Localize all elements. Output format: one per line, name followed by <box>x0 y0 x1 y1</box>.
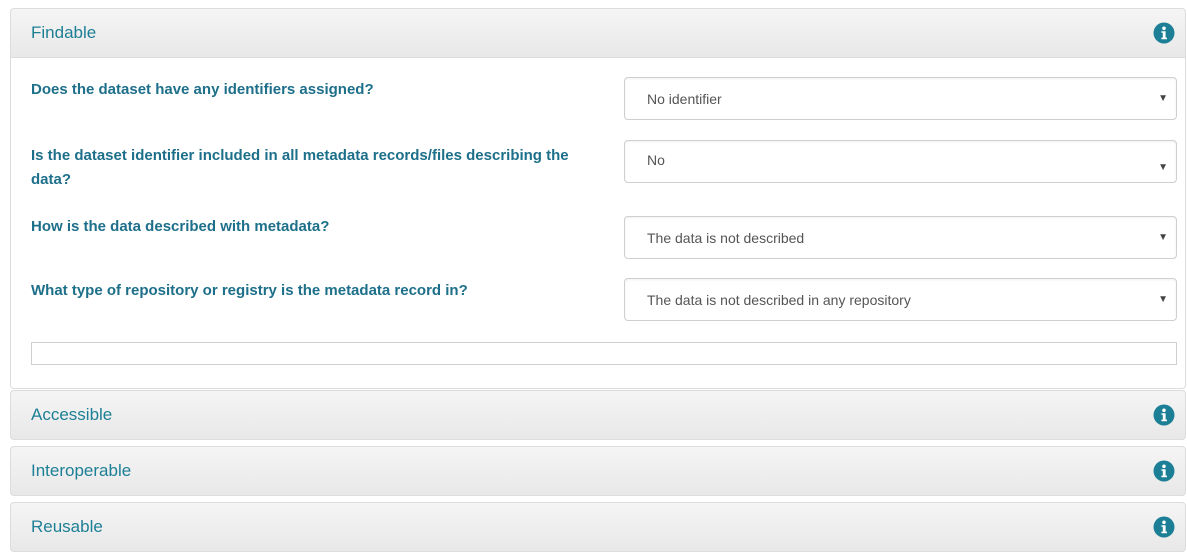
panel-header-findable[interactable]: Findable <box>10 8 1186 58</box>
question-label: Does the dataset have any identifiers as… <box>31 81 374 98</box>
select-value: No <box>647 152 665 168</box>
question-label: Is the dataset identifier included in al… <box>31 147 569 188</box>
metadata-description-select[interactable]: The data is not described ▼ <box>624 216 1177 259</box>
panel-body-findable: Does the dataset have any identifiers as… <box>10 58 1186 389</box>
caret-down-icon: ▼ <box>1158 294 1168 305</box>
info-icon[interactable] <box>1153 460 1175 482</box>
panel-interoperable: Interoperable <box>10 446 1186 496</box>
identifiers-select[interactable]: No identifier ▼ <box>624 77 1177 120</box>
panel-header-reusable[interactable]: Reusable <box>10 502 1186 552</box>
info-icon[interactable] <box>1153 404 1175 426</box>
panel-header-accessible[interactable]: Accessible <box>10 390 1186 440</box>
caret-down-icon: ▼ <box>1158 162 1168 173</box>
info-icon[interactable] <box>1153 22 1175 44</box>
panel-reusable: Reusable <box>10 502 1186 552</box>
select-value: The data is not described in any reposit… <box>647 291 911 308</box>
identifier-in-metadata-select[interactable]: No ▼ <box>624 140 1177 183</box>
panel-findable: Findable Does the dataset have any ident… <box>10 8 1186 389</box>
caret-down-icon: ▼ <box>1158 232 1168 243</box>
panel-title-accessible: Accessible <box>31 405 113 424</box>
panel-title-findable: Findable <box>31 23 97 42</box>
question-label: How is the data described with metadata? <box>31 218 330 235</box>
info-icon[interactable] <box>1153 516 1175 538</box>
select-value: The data is not described <box>647 229 805 246</box>
panel-accessible: Accessible <box>10 390 1186 440</box>
select-value: No identifier <box>647 90 722 107</box>
panel-title-interoperable: Interoperable <box>31 461 132 480</box>
caret-down-icon: ▼ <box>1158 93 1168 104</box>
panel-header-interoperable[interactable]: Interoperable <box>10 446 1186 496</box>
panel-title-reusable: Reusable <box>31 517 103 536</box>
question-label: What type of repository or registry is t… <box>31 282 468 299</box>
notes-field[interactable] <box>31 342 1177 365</box>
repository-type-select[interactable]: The data is not described in any reposit… <box>624 278 1177 321</box>
